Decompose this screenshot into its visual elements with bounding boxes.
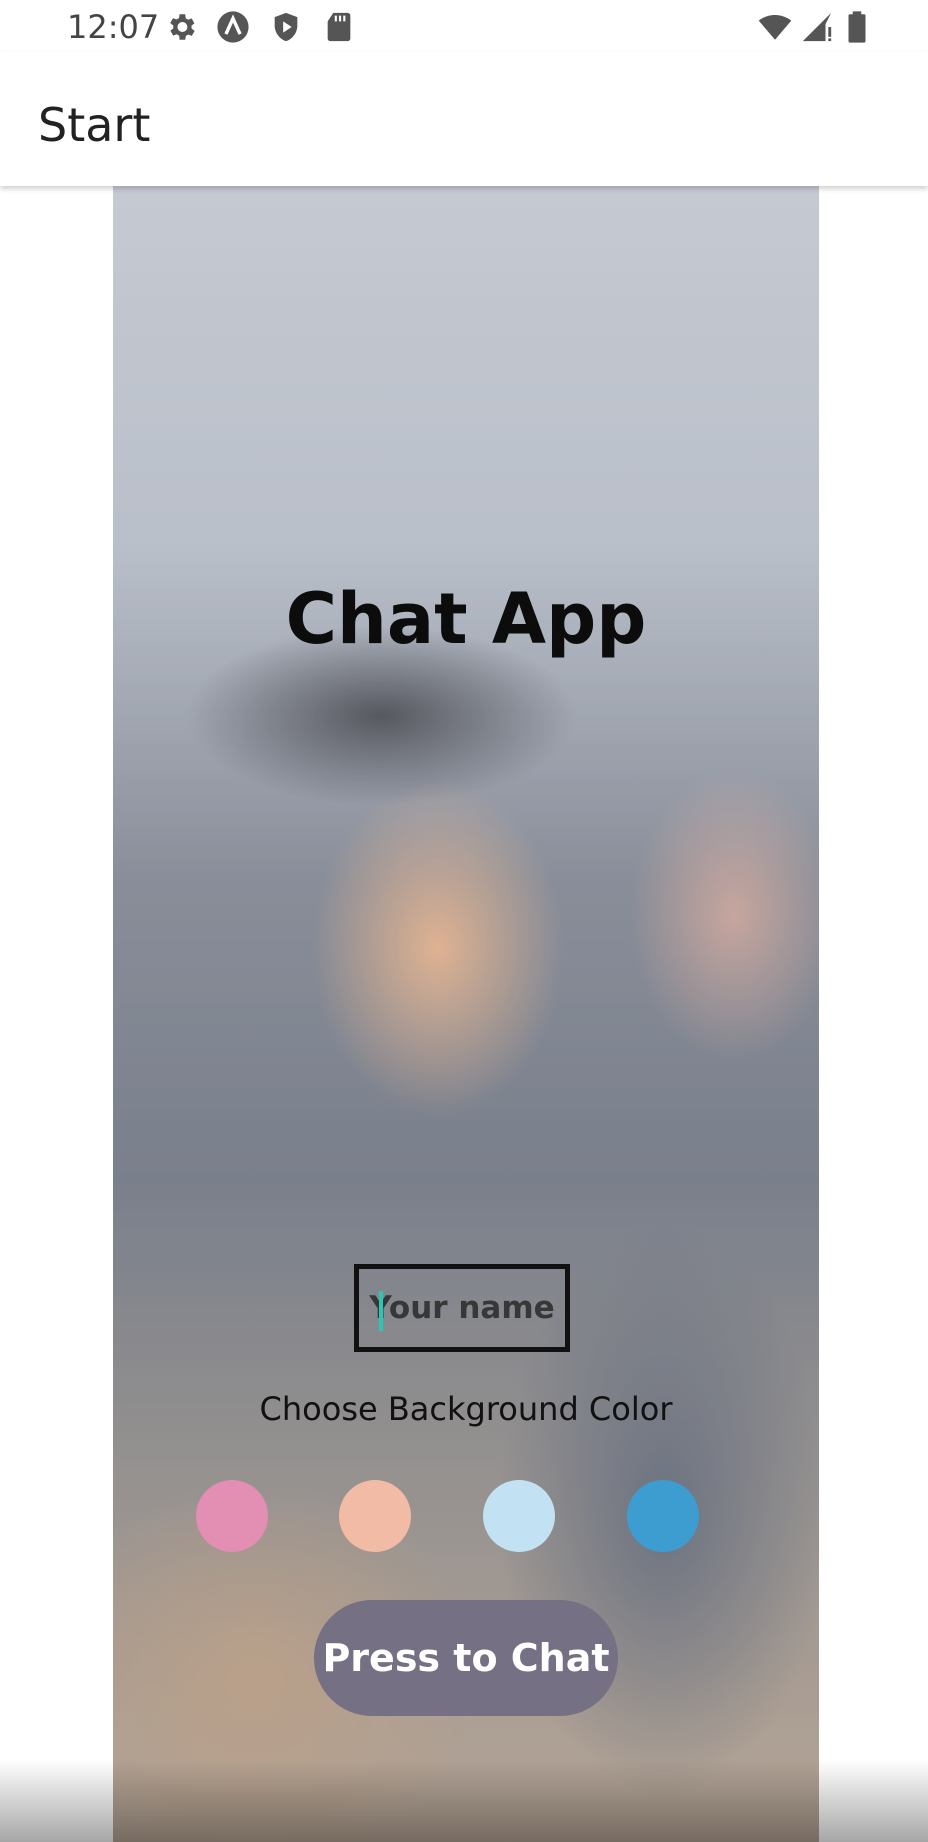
background-overlay <box>113 186 819 1842</box>
app-title: Chat App <box>285 578 647 660</box>
app-bar: Start <box>0 52 928 186</box>
bottom-navigation-shade <box>0 1760 928 1842</box>
gear-icon <box>170 14 195 40</box>
battery-icon <box>848 11 866 43</box>
color-swatch-pink[interactable] <box>196 1480 268 1552</box>
status-time: 12:07 <box>67 8 160 46</box>
sd-card-icon <box>327 12 351 42</box>
press-to-chat-button[interactable]: Press to Chat <box>314 1600 618 1716</box>
app-bar-title: Start <box>38 98 151 152</box>
color-swatch-blue[interactable] <box>627 1480 699 1552</box>
background-image <box>113 186 819 1842</box>
signal-icon <box>802 12 832 42</box>
wifi-icon <box>758 14 792 40</box>
app-a-icon <box>217 11 249 43</box>
color-swatch-light-blue[interactable] <box>483 1480 555 1552</box>
status-bar: 12:07 <box>0 0 928 52</box>
shield-play-icon <box>274 12 298 42</box>
name-input-box[interactable] <box>354 1264 570 1352</box>
color-swatch-peach[interactable] <box>339 1480 411 1552</box>
name-input[interactable] <box>365 1289 559 1327</box>
text-caret <box>379 1291 383 1331</box>
choose-color-label: Choose Background Color <box>259 1390 673 1428</box>
